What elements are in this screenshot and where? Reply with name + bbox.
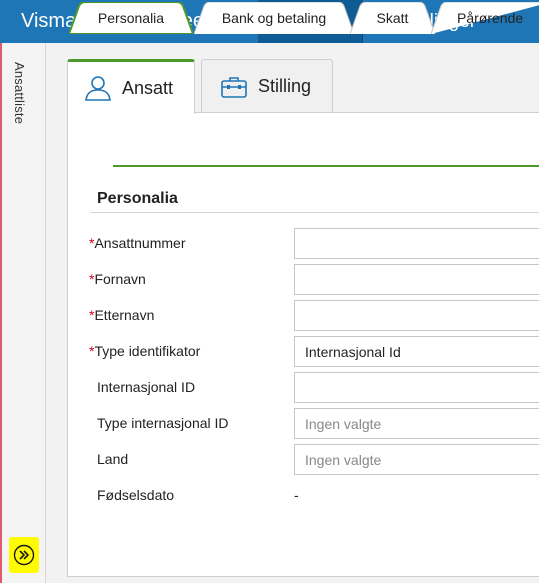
label-type-identifikator: *Type identifikator xyxy=(89,343,201,359)
label-ansattnummer: *Ansattnummer xyxy=(89,235,186,251)
internasjonal-id-input[interactable] xyxy=(294,372,539,403)
section-title: Personalia xyxy=(97,190,178,207)
label-type-internasjonal-id: Type internasjonal ID xyxy=(97,415,229,431)
type-internasjonal-id-select[interactable]: Ingen valgte xyxy=(294,408,539,439)
tab-stilling-label: Stilling xyxy=(258,76,312,96)
ansattnummer-input[interactable] xyxy=(294,228,539,259)
subtab-parorende[interactable]: Pårørende xyxy=(431,2,539,34)
subtab-personalia-label: Personalia xyxy=(97,10,165,26)
fodselsdato-value: - xyxy=(294,487,299,503)
employee-list-toggle[interactable]: Ansattliste xyxy=(12,62,27,124)
label-internasjonal-id: Internasjonal ID xyxy=(97,379,196,395)
double-chevron-right-icon xyxy=(13,544,35,566)
label-etternavn: *Etternavn xyxy=(89,307,155,323)
subtab-bank-label: Bank og betaling xyxy=(221,10,327,26)
tab-ansatt-label: Ansatt xyxy=(122,77,174,98)
rail-accent-line xyxy=(0,43,2,583)
land-select[interactable]: Ingen valgte xyxy=(294,444,539,475)
subtab-bank-og-betaling[interactable]: Bank og betaling xyxy=(194,2,354,34)
person-icon xyxy=(85,76,111,101)
fornavn-input[interactable] xyxy=(294,264,539,295)
label-land: Land xyxy=(97,451,129,467)
subtab-personalia[interactable]: Personalia xyxy=(69,2,193,34)
subtab-underline xyxy=(113,165,539,167)
label-fornavn: *Fornavn xyxy=(89,271,146,287)
briefcase-icon xyxy=(221,76,247,98)
section-divider xyxy=(90,212,539,213)
tab-ansatt[interactable]: Ansatt xyxy=(67,59,195,114)
type-identifikator-select[interactable]: Internasjonal Id xyxy=(294,336,539,367)
subtab-parorende-label: Pårørende xyxy=(457,10,524,26)
subtab-skatt-label: Skatt xyxy=(376,10,409,26)
subtab-skatt[interactable]: Skatt xyxy=(350,2,435,34)
tab-stilling[interactable]: Stilling xyxy=(201,59,333,113)
expand-rail-button[interactable] xyxy=(9,537,39,573)
etternavn-input[interactable] xyxy=(294,300,539,331)
label-fodselsdato: Fødselsdato xyxy=(97,487,175,503)
